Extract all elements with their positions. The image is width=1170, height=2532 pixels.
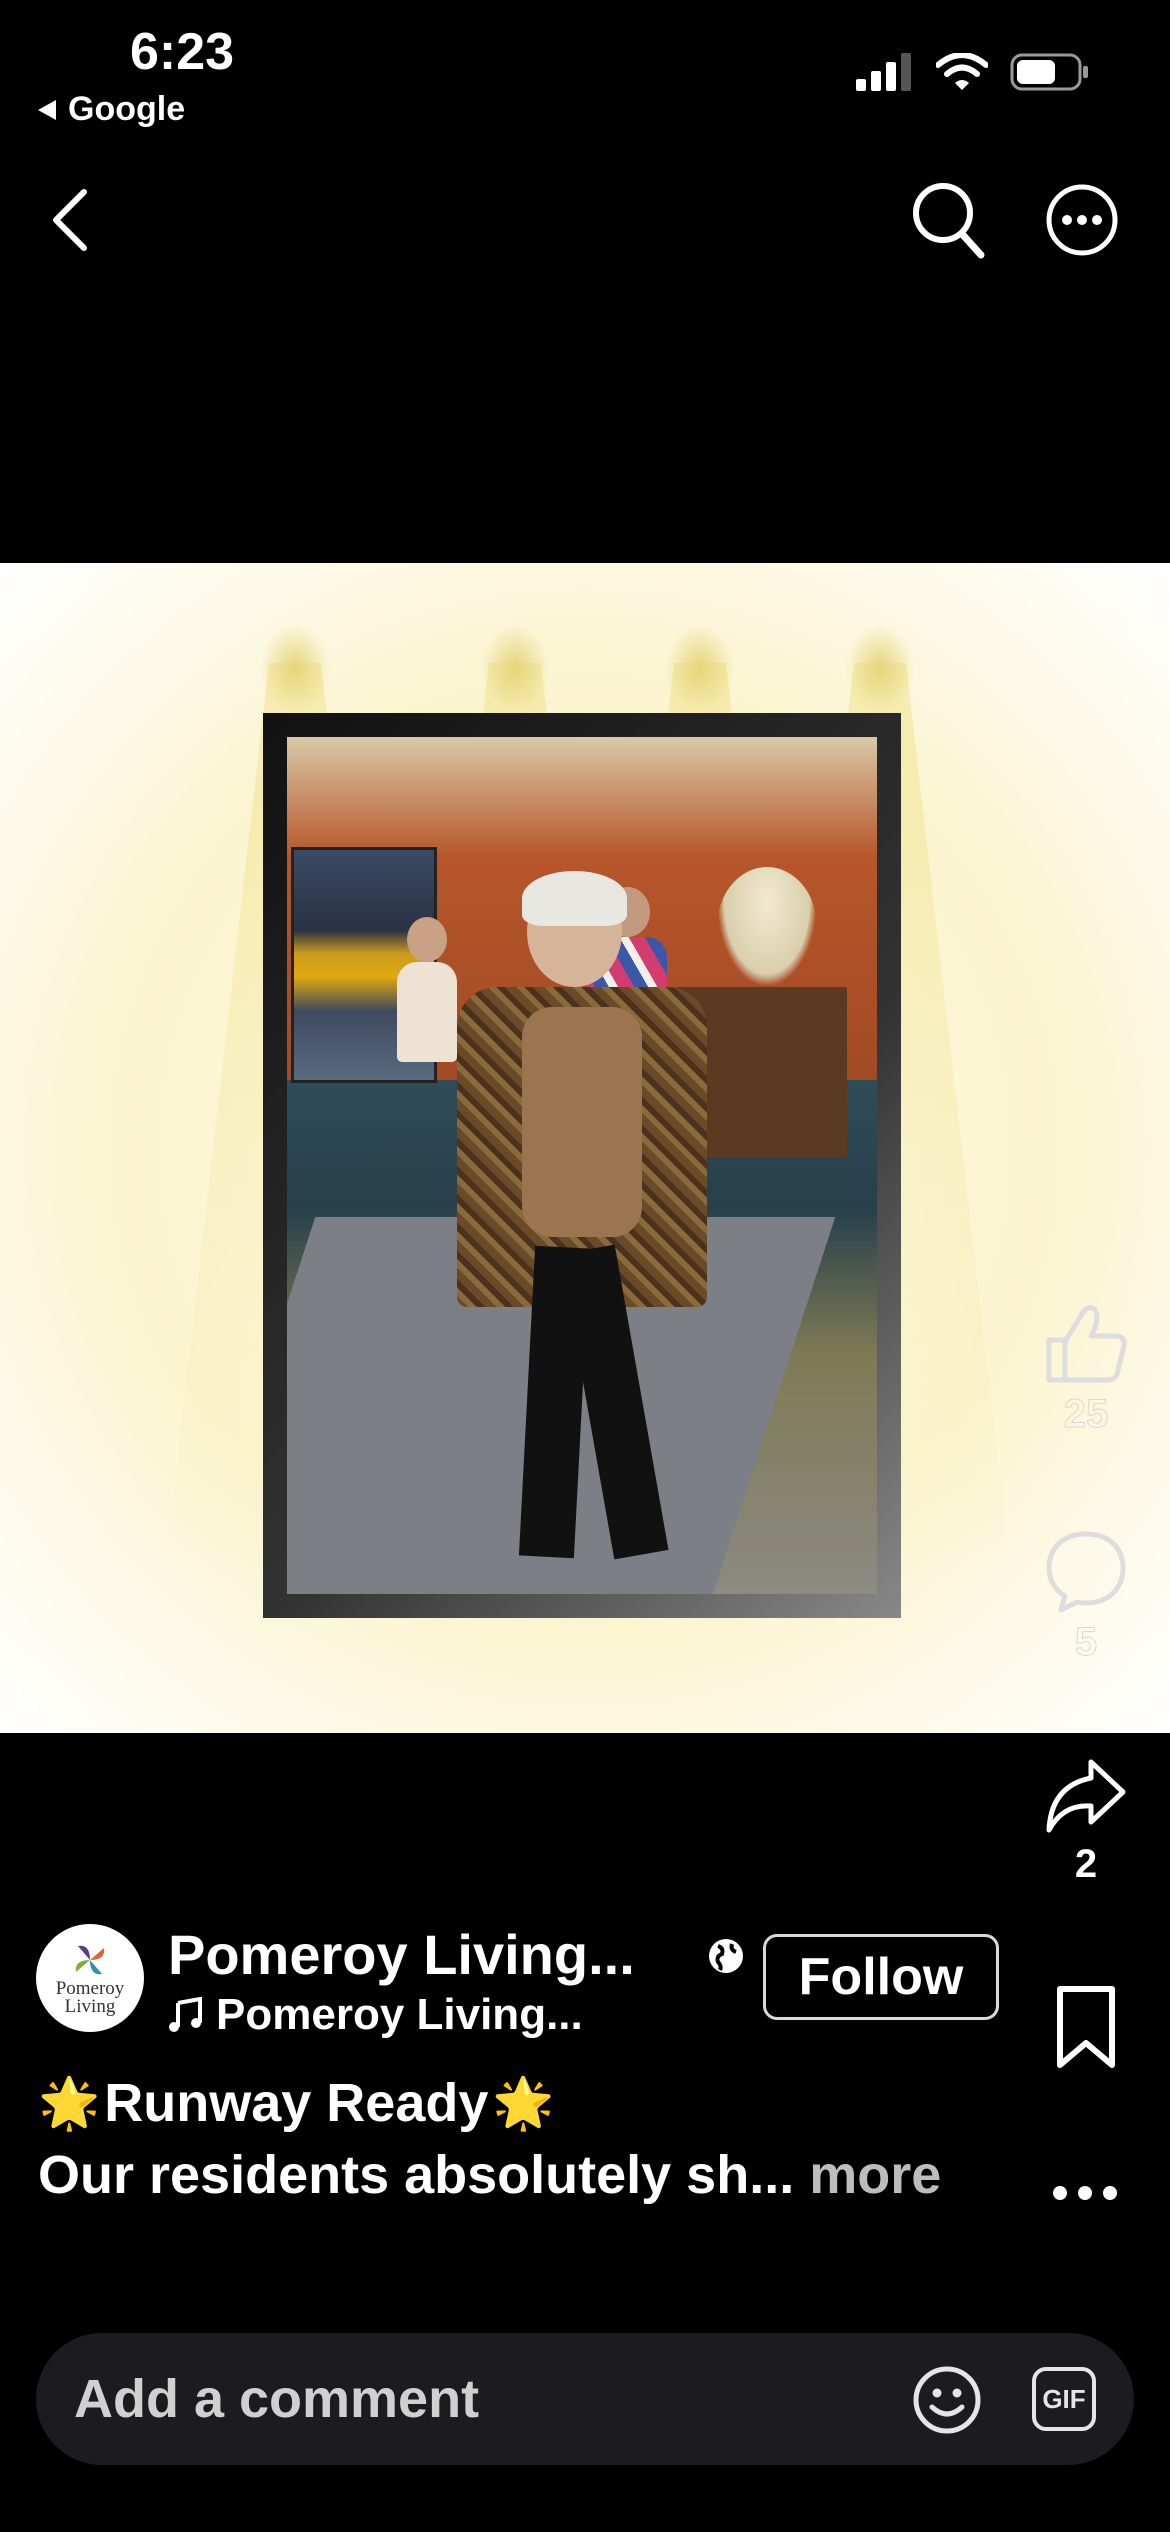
back-to-app-link[interactable]: Google	[36, 90, 185, 129]
share-action[interactable]: 2	[1036, 1756, 1136, 1887]
comment-count: 5	[1074, 1620, 1098, 1665]
like-count: 25	[1063, 1392, 1109, 1437]
author-name[interactable]: Pomeroy Living...	[168, 1922, 635, 1987]
resident-model	[457, 871, 707, 1577]
caption-more-link[interactable]: more	[809, 2145, 941, 2205]
caption-title-text: Runway Ready	[104, 2073, 489, 2133]
back-chevron-icon	[53, 189, 87, 251]
pomeroy-logo-icon	[75, 1945, 105, 1975]
caption-body[interactable]: Our residents absolutely sh... more	[38, 2144, 941, 2206]
status-time: 6:23	[130, 23, 235, 81]
music-note-icon	[169, 1997, 202, 2032]
search-button[interactable]	[906, 178, 990, 262]
post-more-options-button[interactable]	[1050, 2156, 1120, 2216]
search-icon	[913, 183, 985, 259]
audio-label: Pomeroy Living...	[216, 1990, 583, 2039]
spotlight	[665, 623, 735, 713]
star-emoji-icon: 🌟	[492, 2074, 555, 2131]
bookmark-icon	[1057, 1986, 1115, 2068]
more-options-button[interactable]	[1040, 178, 1124, 262]
comment-bubble-icon	[1046, 1531, 1126, 1613]
battery-icon	[1010, 53, 1088, 91]
gif-button[interactable]: GIF	[1032, 2367, 1096, 2431]
share-arrow-icon	[1046, 1759, 1126, 1833]
audio-track[interactable]: Pomeroy Living...	[168, 1990, 583, 2040]
save-action[interactable]	[1036, 1985, 1136, 2069]
back-triangle-icon	[38, 99, 56, 120]
avatar-text: Pomeroy Living	[55, 1978, 125, 2017]
caption-body-text: Our residents absolutely sh...	[38, 2145, 810, 2205]
star-emoji-icon: 🌟	[38, 2074, 101, 2131]
status-icons	[856, 52, 1090, 92]
comment-input[interactable]: Add a comment	[74, 2368, 479, 2430]
wifi-icon	[936, 53, 988, 90]
emoji-button[interactable]	[912, 2365, 982, 2440]
comment-input-bar[interactable]: Add a comment GIF	[36, 2333, 1134, 2465]
runway-photo	[287, 737, 877, 1594]
author-avatar[interactable]: Pomeroy Living	[36, 1924, 144, 2032]
photo-frame	[263, 713, 901, 1618]
back-button[interactable]	[40, 182, 100, 258]
spotlight	[845, 623, 915, 713]
background-person	[397, 917, 457, 1067]
public-globe-icon	[706, 1936, 746, 1981]
signal-icon	[856, 53, 911, 91]
follow-button[interactable]: Follow	[763, 1934, 999, 2020]
spotlight	[480, 623, 550, 713]
post-media[interactable]	[0, 563, 1170, 1733]
more-dots-icon	[1053, 2186, 1117, 2200]
smiley-icon	[913, 2366, 981, 2434]
comment-action[interactable]: 5	[1036, 1528, 1136, 1665]
pampas-plant	[717, 867, 817, 987]
spotlight	[260, 623, 330, 713]
thumbs-up-icon	[1046, 1304, 1127, 1383]
more-options-icon	[1046, 184, 1118, 256]
like-action[interactable]: 25	[1036, 1300, 1136, 1437]
caption-title: 🌟 Runway Ready 🌟	[38, 2072, 555, 2134]
back-app-label: Google	[68, 90, 186, 128]
share-count: 2	[1074, 1842, 1098, 1886]
